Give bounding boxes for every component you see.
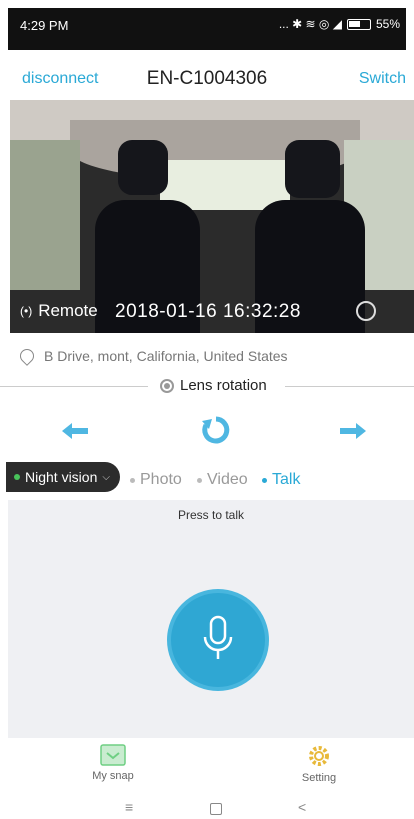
press-to-talk-label: Press to talk <box>177 508 245 522</box>
home-icon[interactable] <box>210 803 222 815</box>
tab-setting[interactable]: Setting <box>292 744 346 784</box>
gear-icon <box>309 746 329 766</box>
system-nav-bar: ≡ < <box>0 797 414 819</box>
camera-view[interactable]: (•) Remote 2018-01-16 16:32:28 <box>10 100 414 333</box>
talk-label: Talk <box>272 471 301 488</box>
talk-dot <box>262 477 267 483</box>
lens-rotation-row: Lens rotation <box>0 375 414 397</box>
status-icons: ... ✱ ≋ ◎ ◢ <box>278 17 342 31</box>
status-time: 4:29 PM <box>20 18 69 33</box>
camera-timestamp: 2018-01-16 16:32:28 <box>115 301 301 322</box>
divider-left <box>0 386 148 387</box>
camera-mode-icon[interactable] <box>356 301 376 321</box>
app-screen: 4:29 PM ... ✱ ≋ ◎ ◢ 55% disconnect EN-C1… <box>0 0 414 819</box>
lens-icon <box>160 378 174 393</box>
header: disconnect EN-C1004306 Switch <box>0 60 414 100</box>
location-text: B Drive, mont, California, United States <box>44 348 288 364</box>
location-pin-icon <box>17 346 37 366</box>
chevron-down-icon: ⌵ <box>102 471 110 483</box>
lens-rotation-label: Lens rotation <box>160 377 267 394</box>
tab-talk[interactable]: Talk <box>262 471 300 489</box>
status-bar: 4:29 PM ... ✱ ≋ ◎ ◢ 55% <box>8 8 406 50</box>
video-dot <box>197 477 202 483</box>
switch-button[interactable]: Switch <box>359 70 406 88</box>
location-row: B Drive, mont, California, United States <box>17 345 410 367</box>
video-label: Video <box>207 471 248 488</box>
status-indicators: ... ✱ ≋ ◎ ◢ 55% <box>279 17 400 31</box>
remote-indicator: (•) Remote <box>20 301 98 321</box>
microphone-icon <box>203 615 233 659</box>
snap-icon <box>100 744 126 766</box>
camera-scene-window-left <box>10 140 80 290</box>
camera-scene-headrest-left <box>118 140 168 195</box>
arrow-left-icon[interactable] <box>62 418 90 444</box>
signal-icon: (•) <box>20 304 33 318</box>
talk-button[interactable] <box>171 593 265 687</box>
battery-icon <box>346 18 371 30</box>
lens-rotation-text: Lens rotation <box>180 377 267 394</box>
mode-bar: Night vision ⌵ Photo Video Talk <box>0 460 414 500</box>
arrow-right-icon[interactable] <box>338 418 366 444</box>
photo-label: Photo <box>140 471 182 488</box>
divider-right <box>285 386 414 387</box>
battery-percent: 55% <box>375 17 400 31</box>
tab-my-snap-label: My snap <box>92 770 134 782</box>
tab-video[interactable]: Video <box>197 471 248 489</box>
back-icon[interactable]: < <box>298 799 306 815</box>
menu-icon[interactable]: ≡ <box>125 799 133 815</box>
device-title: EN-C1004306 <box>146 68 268 89</box>
night-vision-button[interactable]: Night vision ⌵ <box>6 462 120 492</box>
talk-panel: Press to talk <box>8 500 414 738</box>
tab-my-snap[interactable]: My snap <box>86 744 140 782</box>
tab-photo[interactable]: Photo <box>130 471 182 489</box>
rotate-icon[interactable] <box>200 414 232 446</box>
camera-scene-headrest-right <box>285 140 340 198</box>
remote-label: Remote <box>38 301 98 320</box>
night-vision-label: Night vision <box>25 469 98 485</box>
bottom-tab-bar: My snap Setting <box>0 740 414 786</box>
night-vision-status-dot <box>14 474 20 480</box>
photo-dot <box>130 477 135 483</box>
tab-setting-label: Setting <box>301 772 337 784</box>
